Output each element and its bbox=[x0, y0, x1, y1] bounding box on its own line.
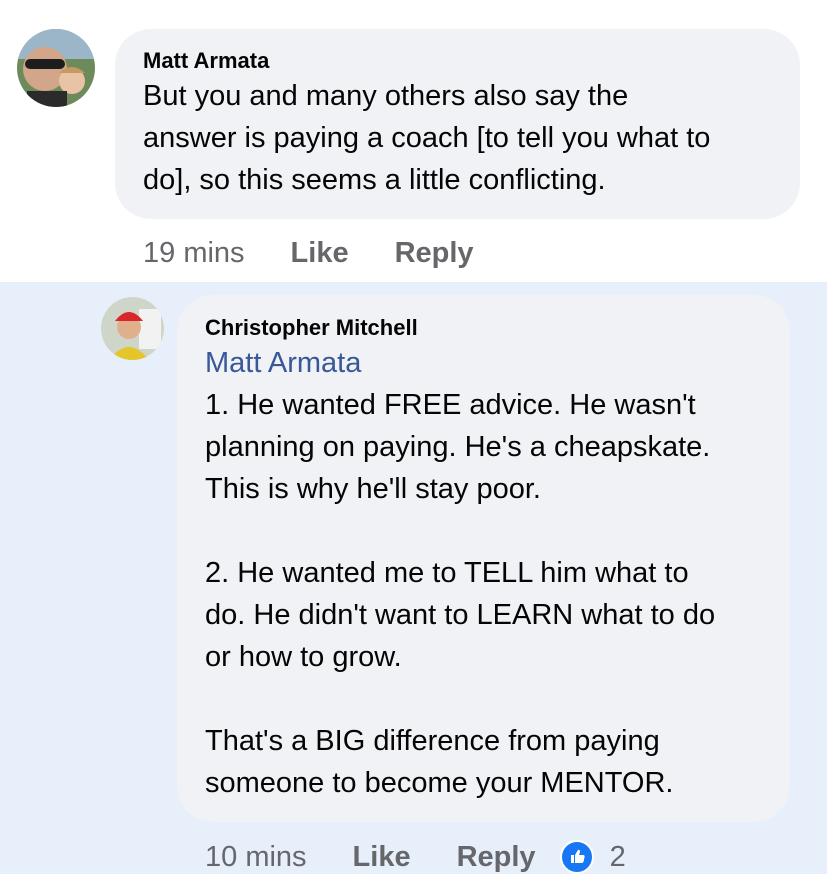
reply-bubble: Christopher Mitchell Matt Armata 1. He w… bbox=[177, 295, 790, 822]
comment: Matt Armata But you and many others also… bbox=[0, 0, 827, 282]
reply-actions: 10 mins Like Reply 2 bbox=[205, 837, 626, 877]
mention-link[interactable]: Matt Armata bbox=[205, 342, 762, 384]
reply-button[interactable]: Reply bbox=[395, 237, 474, 270]
comment-bubble: Matt Armata But you and many others also… bbox=[115, 29, 800, 219]
avatar[interactable] bbox=[101, 297, 164, 360]
reaction-summary[interactable]: 2 bbox=[559, 840, 626, 874]
avatar-photo bbox=[17, 29, 95, 107]
avatar[interactable] bbox=[17, 29, 95, 107]
avatar-photo bbox=[101, 297, 164, 360]
reply-comment: Christopher Mitchell Matt Armata 1. He w… bbox=[0, 282, 827, 874]
reply-timestamp[interactable]: 10 mins bbox=[205, 841, 307, 874]
comment-actions: 19 mins Like Reply bbox=[143, 232, 520, 274]
comment-timestamp[interactable]: 19 mins bbox=[143, 237, 245, 270]
comment-text: But you and many others also say the ans… bbox=[143, 80, 711, 196]
like-button[interactable]: Like bbox=[291, 237, 349, 270]
reply-text: 1. He wanted FREE advice. He wasn't plan… bbox=[205, 389, 716, 799]
comment-author[interactable]: Matt Armata bbox=[143, 47, 772, 75]
thumbs-up-icon bbox=[559, 840, 594, 874]
reply-button[interactable]: Reply bbox=[457, 841, 536, 874]
reaction-count: 2 bbox=[609, 840, 626, 873]
like-button[interactable]: Like bbox=[353, 841, 411, 874]
reply-author[interactable]: Christopher Mitchell bbox=[205, 314, 762, 342]
